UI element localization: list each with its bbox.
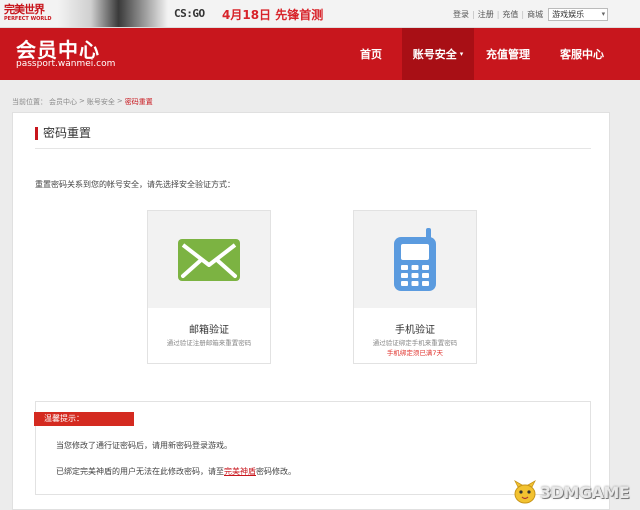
promo-text[interactable]: 4月18日 先锋首测 (222, 6, 323, 23)
game-select[interactable]: 游戏娱乐 ▾ (548, 8, 609, 21)
top-banner: 完美世界 PERFECT WORLD CS:GO 4月18日 先锋首测 登录 |… (0, 0, 640, 28)
perfect-shield-link[interactable]: 完美神盾 (224, 467, 256, 476)
hub-url: passport.wanmei.com (16, 59, 116, 69)
site-header: 会员中心 passport.wanmei.com 首页 账号安全 ▾ 充值管理 客… (0, 28, 640, 80)
nav-home-label: 首页 (360, 48, 382, 61)
tips-box: 温馨提示： 当您修改了通行证密码后，请用新密码登录游戏。 已绑定完美神盾的用户无… (34, 401, 591, 495)
email-option-title: 邮箱验证 (189, 325, 229, 336)
intro-text: 重置密码关系到您的帐号安全，请先选择安全验证方式： (35, 180, 235, 189)
phone-option-art (354, 211, 476, 308)
phone-verify-option[interactable]: 手机验证 通过验证绑定手机来重置密码 手机绑定须已满7天 (353, 210, 477, 364)
nav-support[interactable]: 客服中心 (542, 28, 622, 80)
watermark-text: 3DMGAME (540, 482, 630, 502)
page-title: 密码重置 (35, 127, 91, 140)
email-verify-option[interactable]: 邮箱验证 通过验证注册邮箱来重置密码 (147, 210, 271, 364)
brand-en: PERFECT WORLD (4, 16, 52, 22)
main-nav: 首页 账号安全 ▾ 充值管理 客服中心 (340, 28, 622, 80)
nav-home[interactable]: 首页 (340, 28, 402, 80)
mascot-icon (514, 480, 536, 504)
email-option-desc: 通过验证注册邮箱来重置密码 (166, 339, 252, 347)
perfect-world-logo[interactable]: 完美世界 PERFECT WORLD (4, 3, 60, 25)
chevron-down-icon: ▾ (459, 50, 464, 58)
nav-support-label: 客服中心 (560, 48, 604, 61)
csgo-logo[interactable]: CS:GO (174, 7, 205, 20)
banner-art[interactable] (58, 0, 168, 27)
phone-option-desc: 通过验证绑定手机来重置密码 (372, 339, 458, 347)
link-separator: | (472, 10, 475, 19)
brand-cn: 完美世界 (4, 3, 45, 16)
breadcrumb-prefix: 当前位置： (12, 98, 47, 106)
divider (35, 148, 591, 149)
link-separator: | (521, 10, 525, 19)
breadcrumb-current: 密码重置 (124, 98, 153, 106)
tips-line-2: 已绑定完美神盾的用户无法在此修改密码，请至完美神盾密码修改。 (56, 466, 296, 477)
register-link[interactable]: 注册 (478, 9, 494, 20)
breadcrumb: 当前位置： 会员中心 > 账号安全 > 密码重置 (12, 97, 153, 107)
nav-account-security[interactable]: 账号安全 ▾ (402, 28, 474, 80)
tips-label: 温馨提示： (34, 412, 134, 426)
tips-line-2-before: 已绑定完美神盾的用户无法在此修改密码，请至 (56, 467, 224, 476)
link-separator: | (496, 10, 500, 19)
chevron-down-icon: ▾ (601, 10, 606, 18)
nav-recharge-label: 充值管理 (486, 48, 530, 61)
login-link[interactable]: 登录 (453, 9, 469, 20)
breadcrumb-section[interactable]: 账号安全 (87, 97, 115, 107)
tips-line-1: 当您修改了通行证密码后，请用新密码登录游戏。 (56, 441, 232, 450)
email-option-art (148, 211, 270, 308)
breadcrumb-home[interactable]: 会员中心 (49, 97, 77, 107)
mall-link[interactable]: 商城 (527, 9, 543, 20)
envelope-icon (178, 238, 240, 281)
phone-option-title: 手机验证 (395, 325, 435, 336)
top-links: 登录 | 注册 | 充值 | 商城 游戏娱乐 ▾ (453, 8, 609, 21)
main-panel: 密码重置 重置密码关系到您的帐号安全，请先选择安全验证方式： 邮箱验证 通过验证… (12, 112, 610, 510)
watermark: 3DMGAME (512, 480, 630, 504)
breadcrumb-separator: > (116, 97, 123, 105)
nav-recharge[interactable]: 充值管理 (474, 28, 542, 80)
breadcrumb-separator: > (79, 97, 85, 105)
recharge-link[interactable]: 充值 (502, 9, 518, 20)
mobile-phone-icon (394, 227, 436, 291)
nav-account-security-label: 账号安全 (412, 48, 457, 61)
phone-option-warning: 手机绑定须已满7天 (386, 349, 444, 357)
tips-line-2-after: 密码修改。 (256, 467, 296, 476)
game-select-value: 游戏娱乐 (552, 10, 585, 19)
